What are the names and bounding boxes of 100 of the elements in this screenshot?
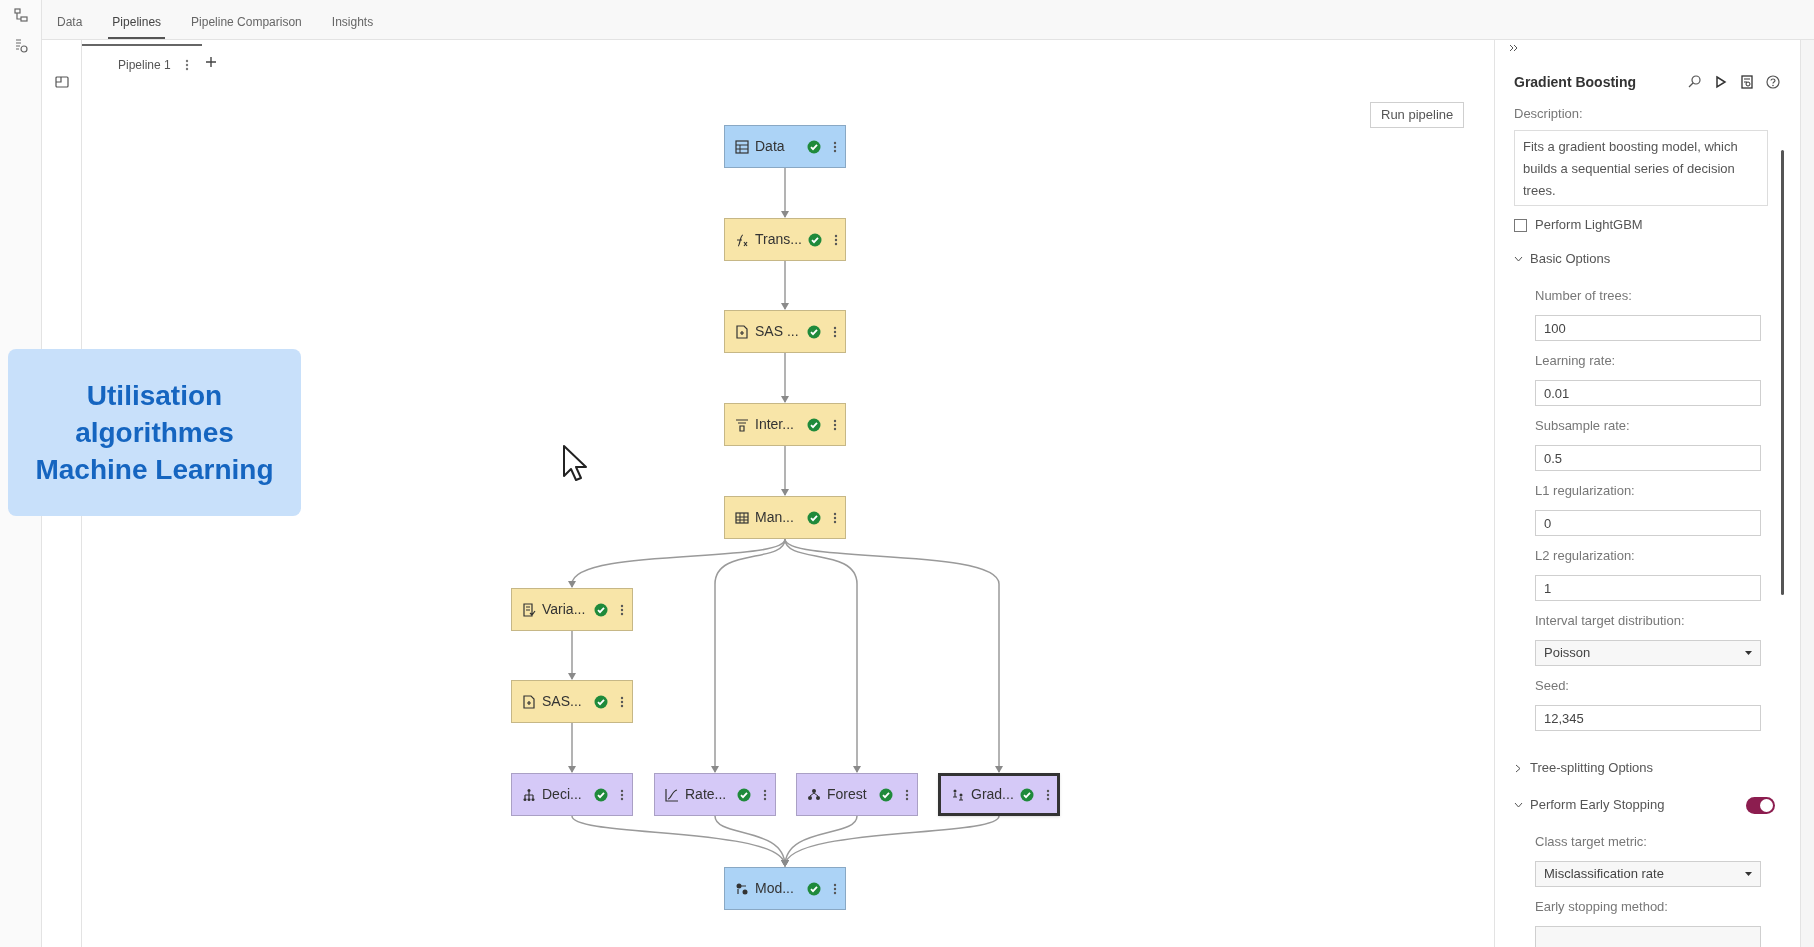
pipeline-node[interactable]: Deci... [511, 773, 633, 816]
connector-line [568, 630, 576, 680]
pipeline-node[interactable]: SAS ... [724, 310, 846, 353]
field-label: L1 regularization: [1535, 482, 1636, 500]
node-label: Mod... [755, 879, 795, 898]
dropdown-caret-icon [1745, 651, 1752, 655]
checkbox[interactable] [1514, 218, 1527, 232]
more-icon[interactable] [833, 140, 837, 153]
checkbox-label: Perform LightGBM [1535, 216, 1643, 235]
description-label: Description: [1514, 105, 1584, 123]
text-field[interactable]: 1 [1535, 575, 1761, 601]
chevron-right-icon [1514, 763, 1523, 773]
connector-line [781, 445, 789, 496]
more-icon[interactable] [833, 325, 837, 338]
pipeline-node[interactable]: Rate... [654, 773, 776, 816]
nodes-icon [735, 881, 749, 896]
document-search-icon[interactable] [1740, 75, 1754, 89]
pipeline-node[interactable]: Mod... [724, 867, 846, 910]
field-label: Subsample rate: [1535, 417, 1631, 435]
dropdown-caret-icon [1745, 872, 1752, 876]
text-field[interactable]: 0.01 [1535, 380, 1761, 406]
tree-icon [522, 787, 536, 802]
nav-tab[interactable]: Pipelines [108, 7, 166, 39]
nav-tab[interactable]: Pipeline Comparison [187, 7, 306, 39]
field-label: Seed: [1535, 677, 1570, 695]
pipeline-node[interactable]: Data [724, 125, 846, 168]
field-label: Early stopping method: [1535, 898, 1669, 916]
node-label: Varia... [542, 600, 587, 619]
grid-icon [735, 510, 749, 525]
cursor-icon [562, 444, 588, 482]
more-icon[interactable] [833, 511, 837, 524]
chevron-down-icon [1514, 254, 1523, 264]
more-icon[interactable] [620, 603, 624, 616]
connector-line [781, 352, 789, 403]
node-label: Data [755, 137, 786, 156]
node-label: Grad... [971, 785, 1014, 804]
boost-tree-icon [951, 787, 965, 802]
more-icon[interactable] [184, 59, 189, 71]
dropdown[interactable]: Misclassification rate [1535, 861, 1761, 887]
pipeline-node[interactable]: Inter... [724, 403, 846, 446]
add-icon[interactable] [206, 57, 216, 67]
nav-tab[interactable]: Data [53, 7, 87, 39]
pipeline-node[interactable]: SAS... [511, 680, 633, 723]
section-header[interactable]: Perform Early Stopping [1514, 795, 1746, 815]
more-icon[interactable] [1045, 788, 1050, 801]
field-label: Number of trees: [1535, 287, 1633, 305]
panel-title: Gradient Boosting [1514, 72, 1638, 92]
pipeline-node[interactable]: Trans... [724, 218, 846, 261]
dropdown[interactable]: Poisson [1535, 640, 1761, 666]
node-label: Rate... [685, 785, 728, 804]
more-icon[interactable] [620, 695, 624, 708]
description-field[interactable]: Fits a gradient boosting model, which builds a sequential series of decision trees. [1514, 130, 1768, 206]
more-icon[interactable] [620, 788, 624, 801]
text-field[interactable]: 100 [1535, 315, 1761, 341]
text-field[interactable]: 0 [1535, 510, 1761, 536]
section-header[interactable]: Tree-splitting Options [1514, 758, 1768, 778]
nav-tab[interactable]: Insights [327, 7, 378, 39]
node-label: Inter... [755, 415, 795, 434]
node-label: SAS... [542, 692, 583, 711]
more-icon[interactable] [905, 788, 909, 801]
field-label: Interval target distribution: [1535, 612, 1686, 630]
node-label: SAS ... [755, 322, 800, 341]
node-label: Forest [827, 785, 868, 804]
table-icon [735, 139, 749, 154]
field-label: L2 regularization: [1535, 547, 1636, 565]
more-icon[interactable] [833, 418, 837, 431]
curve-chart-icon [665, 787, 679, 802]
connector-line [781, 260, 789, 310]
play-icon[interactable] [1714, 75, 1728, 89]
node-label: Deci... [542, 785, 583, 804]
pipeline-node[interactable]: Forest [796, 773, 918, 816]
scrollbar-thumb[interactable] [1781, 150, 1784, 595]
list-check-icon [522, 602, 536, 617]
search-icon[interactable] [1688, 75, 1702, 89]
field-label: Learning rate: [1535, 352, 1617, 370]
text-field[interactable]: 12,345 [1535, 705, 1761, 731]
pipeline-node[interactable]: Man... [724, 496, 846, 539]
chevron-down-icon [1514, 800, 1523, 810]
section-header[interactable]: Basic Options [1514, 249, 1768, 269]
funnel-icon [735, 417, 749, 432]
pipeline-node[interactable]: Varia... [511, 588, 633, 631]
flow-icon[interactable] [13, 8, 28, 22]
collapse-icon[interactable] [1509, 44, 1518, 52]
banner-title: Utilisation algorithmes Machine Learning [35, 379, 274, 487]
help-icon[interactable] [1766, 75, 1780, 89]
run-pipeline-button[interactable]: Run pipeline [1370, 102, 1465, 128]
panel-icon[interactable] [54, 76, 69, 88]
connector-line [568, 722, 576, 773]
pipeline-node[interactable]: Grad... [938, 773, 1060, 816]
node-label: Trans... [755, 230, 802, 249]
field-label: Class target metric: [1535, 833, 1648, 851]
text-field[interactable]: 0.5 [1535, 445, 1761, 471]
function-icon [735, 232, 749, 247]
list-settings-icon[interactable] [13, 38, 28, 54]
more-icon[interactable] [763, 788, 767, 801]
more-icon[interactable] [833, 233, 838, 246]
code-file-icon [522, 694, 536, 709]
more-icon[interactable] [833, 882, 837, 895]
forest-icon [807, 787, 821, 802]
toggle-switch[interactable] [1746, 796, 1775, 814]
